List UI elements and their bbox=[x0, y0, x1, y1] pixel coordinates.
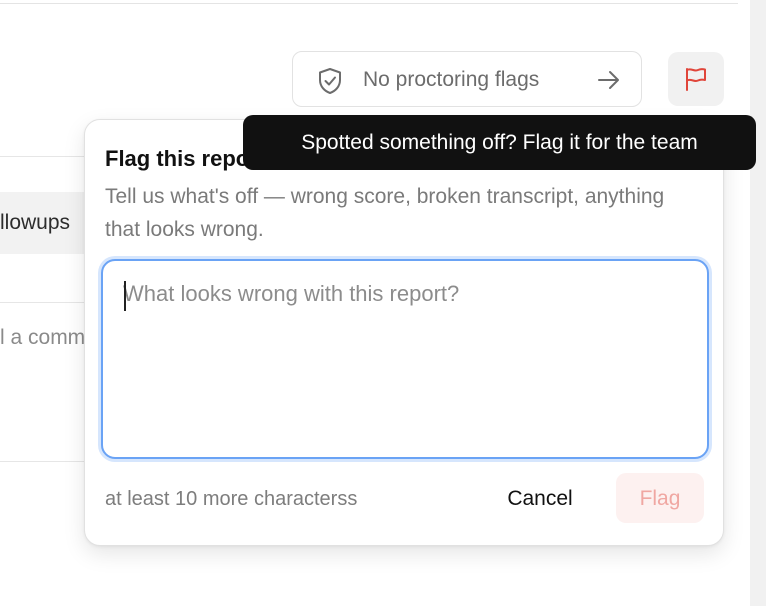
shield-check-icon bbox=[319, 68, 341, 94]
popover-description: Tell us what's off — wrong score, broken… bbox=[105, 185, 665, 241]
flag-tooltip: Spotted something off? Flag it for the t… bbox=[243, 115, 756, 170]
flag-report-popover: Flag this report Tell us what's off — wr… bbox=[84, 119, 724, 546]
character-counter: at least 10 more characterss bbox=[105, 488, 358, 510]
background-divider bbox=[0, 302, 90, 303]
proctoring-status-button[interactable]: No proctoring flags bbox=[292, 51, 642, 107]
proctoring-status-label: No proctoring flags bbox=[363, 68, 540, 91]
arrow-right-icon bbox=[598, 71, 619, 89]
flag-submit-button[interactable]: Flag bbox=[616, 473, 704, 523]
background-comment-placeholder: l a comm bbox=[0, 326, 86, 349]
flag-report-button[interactable] bbox=[668, 52, 724, 106]
background-tab-followups[interactable]: llowups bbox=[0, 192, 88, 254]
text-caret bbox=[124, 281, 126, 311]
report-feedback-textarea[interactable] bbox=[123, 279, 683, 429]
background-divider bbox=[0, 461, 90, 462]
background-divider bbox=[0, 156, 90, 157]
flag-icon bbox=[686, 68, 706, 91]
popover-title: Flag this report bbox=[105, 146, 266, 171]
report-feedback-field[interactable] bbox=[101, 259, 709, 459]
cancel-button[interactable]: Cancel bbox=[485, 474, 595, 522]
scrollbar-track[interactable] bbox=[750, 0, 766, 606]
top-divider bbox=[0, 3, 738, 4]
